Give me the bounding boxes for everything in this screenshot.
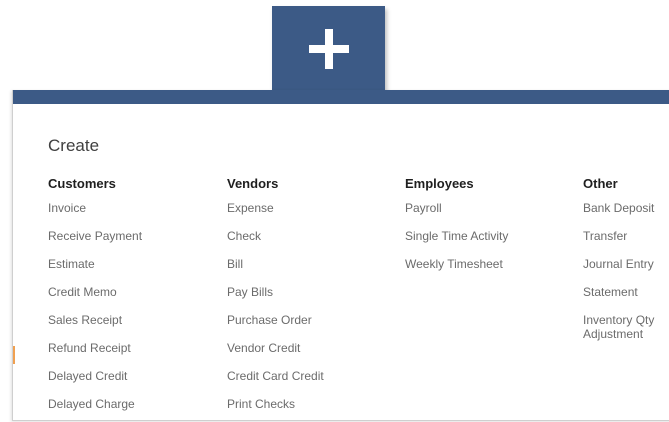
menu-item-refund-receipt[interactable]: Refund Receipt	[48, 341, 142, 355]
menu-item-inventory-qty-adjustment[interactable]: Inventory Qty Adjustment	[583, 313, 669, 341]
screen: Create Customers Invoice Receive Payment…	[0, 0, 669, 422]
column-employees: Employees Payroll Single Time Activity W…	[405, 176, 508, 285]
column-customers: Customers Invoice Receive Payment Estima…	[48, 176, 142, 422]
menu-item-sales-receipt[interactable]: Sales Receipt	[48, 313, 142, 327]
menu-item-delayed-credit[interactable]: Delayed Credit	[48, 369, 142, 383]
column-heading: Customers	[48, 176, 116, 191]
menu-item-transfer[interactable]: Transfer	[583, 229, 669, 243]
menu-item-vendor-credit[interactable]: Vendor Credit	[227, 341, 324, 355]
menu-item-purchase-order[interactable]: Purchase Order	[227, 313, 324, 327]
menu-item-expense[interactable]: Expense	[227, 201, 324, 215]
column-vendors: Vendors Expense Check Bill Pay Bills Pur…	[227, 176, 324, 422]
menu-item-receive-payment[interactable]: Receive Payment	[48, 229, 142, 243]
menu-item-pay-bills[interactable]: Pay Bills	[227, 285, 324, 299]
menu-item-credit-memo[interactable]: Credit Memo	[48, 285, 142, 299]
column-heading: Vendors	[227, 176, 279, 191]
create-plus-button[interactable]	[272, 6, 385, 92]
menu-item-check[interactable]: Check	[227, 229, 324, 243]
menu-item-print-checks[interactable]: Print Checks	[227, 397, 324, 411]
menu-item-invoice[interactable]: Invoice	[48, 201, 142, 215]
column-heading: Employees	[405, 176, 474, 191]
menu-item-bill[interactable]: Bill	[227, 257, 324, 271]
menu-item-bank-deposit[interactable]: Bank Deposit	[583, 201, 669, 215]
menu-item-credit-card-credit[interactable]: Credit Card Credit	[227, 369, 324, 383]
menu-item-statement[interactable]: Statement	[583, 285, 669, 299]
plus-icon	[309, 29, 349, 69]
panel-header-bar	[13, 90, 669, 104]
menu-item-estimate[interactable]: Estimate	[48, 257, 142, 271]
menu-item-payroll[interactable]: Payroll	[405, 201, 508, 215]
menu-item-journal-entry[interactable]: Journal Entry	[583, 257, 669, 271]
panel-title: Create	[48, 136, 100, 155]
column-other: Other Bank Deposit Transfer Journal Entr…	[583, 176, 669, 355]
menu-item-delayed-charge[interactable]: Delayed Charge	[48, 397, 142, 411]
menu-item-single-time-activity[interactable]: Single Time Activity	[405, 229, 508, 243]
accent-marker	[13, 346, 15, 364]
column-heading: Other	[583, 176, 618, 191]
menu-item-weekly-timesheet[interactable]: Weekly Timesheet	[405, 257, 508, 271]
create-menu-panel: Create Customers Invoice Receive Payment…	[12, 90, 669, 421]
